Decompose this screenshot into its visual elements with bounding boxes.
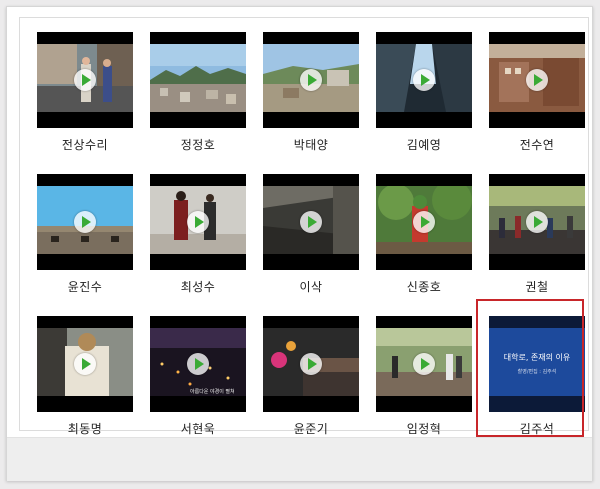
video-thumbnail[interactable] — [376, 32, 472, 128]
video-title[interactable]: 권철 — [488, 278, 586, 295]
bottom-area — [7, 437, 592, 481]
video-title[interactable]: 윤준기 — [262, 420, 360, 437]
video-item[interactable]: 박태양 — [262, 32, 360, 160]
cityscape-image — [150, 44, 246, 112]
video-item[interactable]: 신종호 — [375, 174, 473, 302]
video-item[interactable]: 최성수 — [149, 174, 247, 302]
play-icon[interactable] — [74, 353, 96, 375]
video-thumbnail[interactable] — [37, 316, 133, 412]
video-item[interactable]: 권철 — [488, 174, 586, 302]
video-item[interactable]: 윤진수 — [36, 174, 134, 302]
video-caption: 아름다운 야경이 펼쳐 — [190, 389, 235, 395]
video-title[interactable]: 최동명 — [36, 420, 134, 437]
play-icon[interactable] — [300, 211, 322, 233]
video-thumbnail[interactable] — [150, 174, 246, 270]
video-thumbnail[interactable] — [150, 32, 246, 128]
video-title[interactable]: 전수연 — [488, 136, 586, 153]
video-thumbnail[interactable] — [489, 32, 585, 128]
video-thumbnail[interactable]: 아름다운 야경이 펼쳐 — [150, 316, 246, 412]
play-icon[interactable] — [187, 353, 209, 375]
page-frame: 전상수리 정정호 박태양 김예영 전수연 윤진수 최성수 이삭 신종호 권철 최… — [6, 6, 593, 481]
play-icon[interactable] — [187, 211, 209, 233]
video-item[interactable]: 윤준기 — [262, 316, 360, 444]
video-item[interactable]: 김예영 — [375, 32, 473, 160]
video-item[interactable]: 전수연 — [488, 32, 586, 160]
video-item[interactable]: 아름다운 야경이 펼쳐 서현욱 — [149, 316, 247, 444]
play-icon[interactable] — [300, 69, 322, 91]
video-item[interactable]: 전상수리 — [36, 32, 134, 160]
video-title[interactable]: 서현욱 — [149, 420, 247, 437]
video-thumbnail[interactable] — [263, 316, 359, 412]
video-thumbnail[interactable] — [37, 174, 133, 270]
video-thumbnail[interactable] — [376, 174, 472, 270]
play-icon[interactable] — [526, 69, 548, 91]
video-title[interactable]: 정정호 — [149, 136, 247, 153]
video-thumbnail[interactable] — [489, 174, 585, 270]
video-gallery-panel: 전상수리 정정호 박태양 김예영 전수연 윤진수 최성수 이삭 신종호 권철 최… — [19, 17, 589, 437]
video-thumbnail[interactable] — [263, 32, 359, 128]
play-icon[interactable] — [413, 69, 435, 91]
video-title[interactable]: 전상수리 — [36, 136, 134, 153]
video-title[interactable]: 박태양 — [262, 136, 360, 153]
play-icon[interactable] — [413, 211, 435, 233]
video-item[interactable]: 정정호 — [149, 32, 247, 160]
play-icon[interactable] — [74, 211, 96, 233]
video-thumbnail[interactable] — [37, 32, 133, 128]
play-icon[interactable] — [526, 211, 548, 233]
video-item[interactable]: 이삭 — [262, 174, 360, 302]
video-item[interactable]: 최동명 — [36, 316, 134, 444]
video-title[interactable]: 이삭 — [262, 278, 360, 295]
video-title[interactable]: 최성수 — [149, 278, 247, 295]
selection-highlight — [476, 299, 584, 437]
video-item[interactable]: 임정혁 — [375, 316, 473, 444]
play-icon[interactable] — [74, 69, 96, 91]
video-title[interactable]: 윤진수 — [36, 278, 134, 295]
video-thumbnail[interactable] — [376, 316, 472, 412]
video-title[interactable]: 임정혁 — [375, 420, 473, 437]
video-title[interactable]: 김예영 — [375, 136, 473, 153]
play-icon[interactable] — [413, 353, 435, 375]
play-icon[interactable] — [300, 353, 322, 375]
video-title[interactable]: 신종호 — [375, 278, 473, 295]
video-thumbnail[interactable] — [263, 174, 359, 270]
